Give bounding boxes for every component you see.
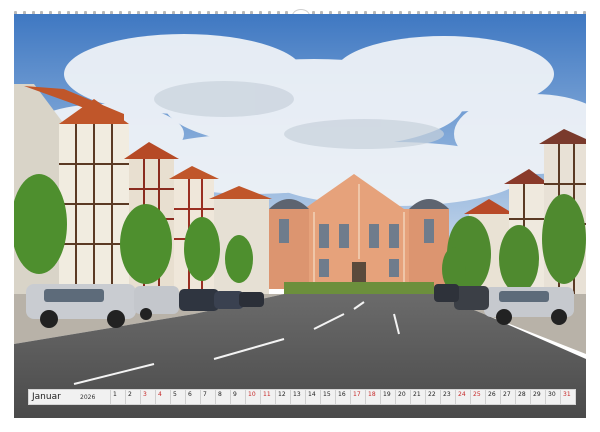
calendar-day: 4 bbox=[155, 390, 170, 404]
calendar-day: 28 bbox=[515, 390, 530, 404]
calendar-day: 5 bbox=[170, 390, 185, 404]
calendar-day: 9 bbox=[230, 390, 245, 404]
calendar-day: 3 bbox=[140, 390, 155, 404]
calendar-day: 15 bbox=[320, 390, 335, 404]
day-grid: 1 2 3 4 5 6 7 8 9 10 11 12 13 14 15 16 17 18 19 20 21 22 23 24 2… bbox=[110, 390, 575, 404]
calendar-day: 16 bbox=[335, 390, 350, 404]
calendar-day: 7 bbox=[200, 390, 215, 404]
calendar-day: 20 bbox=[395, 390, 410, 404]
month-label: Januar bbox=[32, 392, 61, 402]
calendar-day: 27 bbox=[500, 390, 515, 404]
calendar-day: 1 bbox=[110, 390, 125, 404]
calendar-day: 2 bbox=[125, 390, 140, 404]
calendar-day: 30 bbox=[545, 390, 560, 404]
calendar-day: 25 bbox=[470, 390, 485, 404]
calendar-day: 24 bbox=[455, 390, 470, 404]
calendar-day: 8 bbox=[215, 390, 230, 404]
calendar-day: 13 bbox=[290, 390, 305, 404]
grass-strip bbox=[284, 282, 434, 294]
town-square-photo bbox=[14, 14, 586, 418]
year-label: 2026 bbox=[80, 393, 96, 401]
calendar-day: 21 bbox=[410, 390, 425, 404]
calendar-day: 18 bbox=[365, 390, 380, 404]
calendar-page: Januar 2026 1 2 3 4 5 6 7 8 9 10 11 12 13 14 15 16 17 18 1… bbox=[0, 0, 600, 432]
calendar-day: 12 bbox=[275, 390, 290, 404]
calendar-strip: Januar 2026 1 2 3 4 5 6 7 8 9 10 11 12 13 14 15 16 17 18 1… bbox=[28, 389, 576, 405]
calendar-day: 26 bbox=[485, 390, 500, 404]
calendar-day: 23 bbox=[440, 390, 455, 404]
calendar-day: 17 bbox=[350, 390, 365, 404]
calendar-day: 14 bbox=[305, 390, 320, 404]
calendar-day: 11 bbox=[260, 390, 275, 404]
calendar-day: 29 bbox=[530, 390, 545, 404]
calendar-day: 31 bbox=[560, 390, 575, 404]
calendar-day: 10 bbox=[245, 390, 260, 404]
calendar-day: 19 bbox=[380, 390, 395, 404]
calendar-day: 22 bbox=[425, 390, 440, 404]
calendar-day: 6 bbox=[185, 390, 200, 404]
